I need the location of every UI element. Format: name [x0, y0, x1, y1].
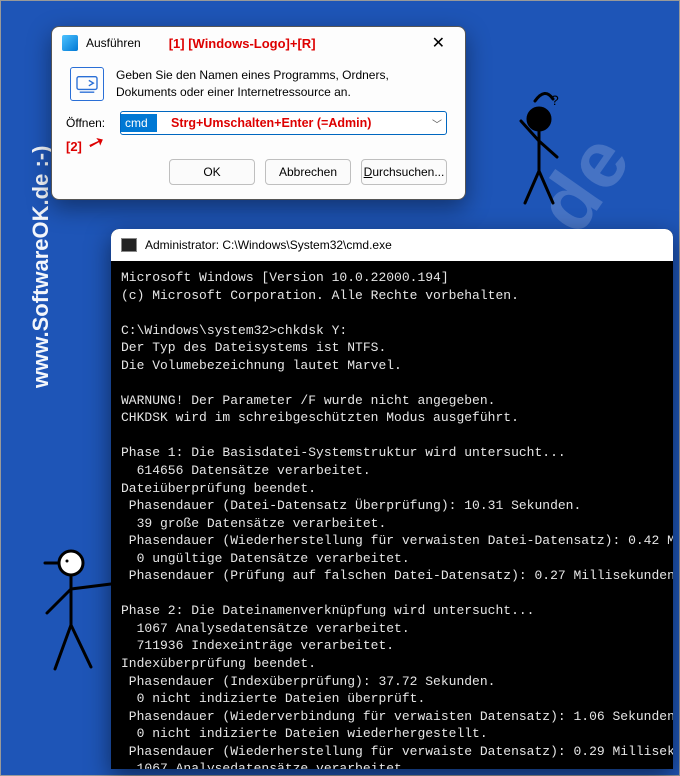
run-input[interactable]	[121, 114, 157, 132]
close-button[interactable]: ✕	[420, 33, 457, 53]
cancel-button[interactable]: Abbrechen	[265, 159, 351, 185]
terminal-titlebar: Administrator: C:\Windows\System32\cmd.e…	[111, 229, 673, 261]
cmd-icon	[121, 238, 137, 252]
run-titlebar: Ausführen [1] [Windows-Logo]+[R] ✕	[52, 27, 465, 57]
run-combobox[interactable]: Strg+Umschalten+Enter (=Admin) ﹀	[120, 111, 447, 135]
ok-button[interactable]: OK	[169, 159, 255, 185]
run-title: Ausführen	[86, 36, 141, 50]
run-body: Geben Sie den Namen eines Programms, Ord…	[52, 57, 465, 107]
run-description: Geben Sie den Namen eines Programms, Ord…	[116, 67, 447, 101]
svg-text:?: ?	[551, 92, 559, 108]
terminal-window: Administrator: C:\Windows\System32\cmd.e…	[111, 229, 673, 769]
stick-figure-icon: ?	[501, 91, 571, 211]
annotation-1: [1] [Windows-Logo]+[R]	[169, 36, 316, 51]
browse-button[interactable]: Durchsuchen...	[361, 159, 447, 185]
open-label: Öffnen:	[66, 116, 110, 130]
run-app-icon	[70, 67, 104, 101]
terminal-title: Administrator: C:\Windows\System32\cmd.e…	[145, 238, 392, 252]
run-buttons: OK Abbrechen Durchsuchen...	[52, 155, 465, 199]
run-dialog: Ausführen [1] [Windows-Logo]+[R] ✕ Geben…	[51, 26, 466, 200]
input-hint-annotation: Strg+Umschalten+Enter (=Admin)	[171, 116, 371, 130]
terminal-content[interactable]: Microsoft Windows [Version 10.0.22000.19…	[111, 261, 673, 769]
annotation-2: [2]	[66, 139, 82, 154]
chevron-down-icon[interactable]: ﹀	[432, 116, 442, 131]
run-title-icon	[62, 35, 78, 51]
run-input-row: Öffnen: Strg+Umschalten+Enter (=Admin) ﹀	[52, 107, 465, 137]
